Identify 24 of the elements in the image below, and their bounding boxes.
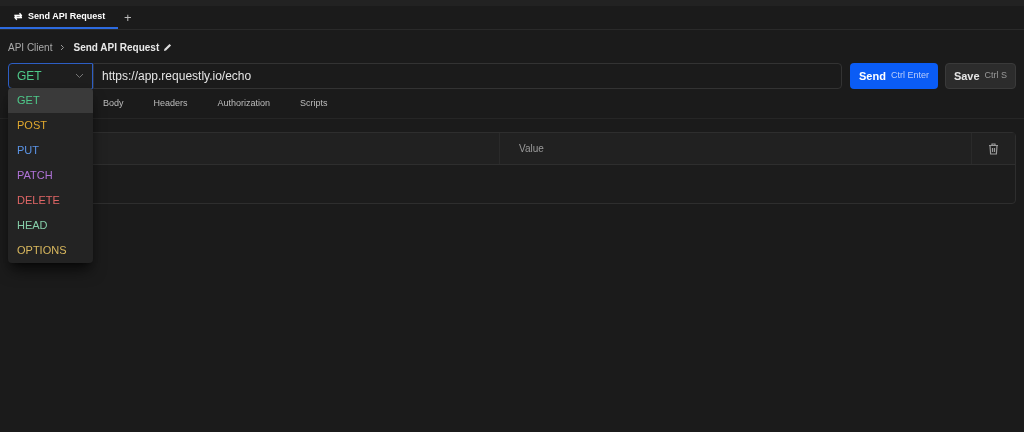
method-select[interactable]: GET <box>8 63 93 89</box>
breadcrumb-link[interactable]: API Client <box>8 39 53 55</box>
request-name: Send API Request <box>73 40 160 55</box>
method-option[interactable]: PATCH <box>8 163 93 188</box>
chevron-icon <box>60 43 66 51</box>
method-option[interactable]: OPTIONS <box>8 238 93 263</box>
request-tab[interactable]: Authorization <box>217 96 271 111</box>
send-button[interactable]: Send Ctrl Enter <box>850 63 938 89</box>
method-option[interactable]: GET <box>8 88 93 113</box>
method-option[interactable]: PUT <box>8 138 93 163</box>
delete-icon[interactable] <box>988 142 999 155</box>
new-tab-button[interactable]: + <box>118 6 138 29</box>
method-option[interactable]: DELETE <box>8 188 93 213</box>
request-tab[interactable]: Headers <box>153 96 188 111</box>
pencil-icon[interactable] <box>163 42 173 52</box>
method-option[interactable]: POST <box>8 113 93 138</box>
column-header: Value <box>519 142 544 156</box>
url-field[interactable]: https://app.requestly.io/echo <box>93 63 842 89</box>
caret-icon <box>75 73 84 79</box>
request-tab[interactable]: Scripts <box>300 96 328 111</box>
save-button[interactable]: Save Ctrl S <box>945 63 1016 89</box>
tab[interactable]: ⇄ Send API Request <box>0 6 118 29</box>
method-option[interactable]: HEAD <box>8 213 93 238</box>
request-tab[interactable]: Body <box>103 96 124 111</box>
